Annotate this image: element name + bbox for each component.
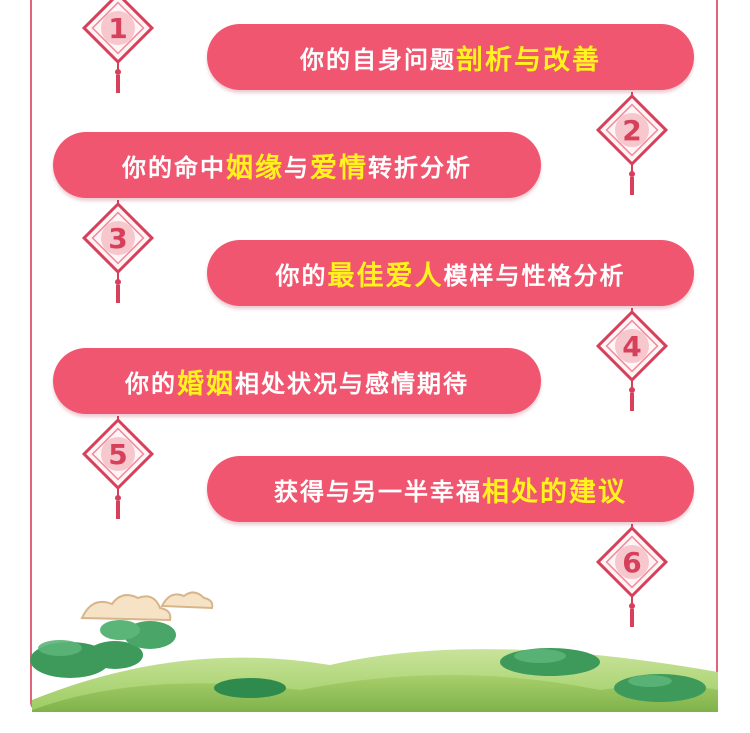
landscape-illustration — [30, 591, 718, 712]
cloud-icon — [80, 591, 214, 622]
